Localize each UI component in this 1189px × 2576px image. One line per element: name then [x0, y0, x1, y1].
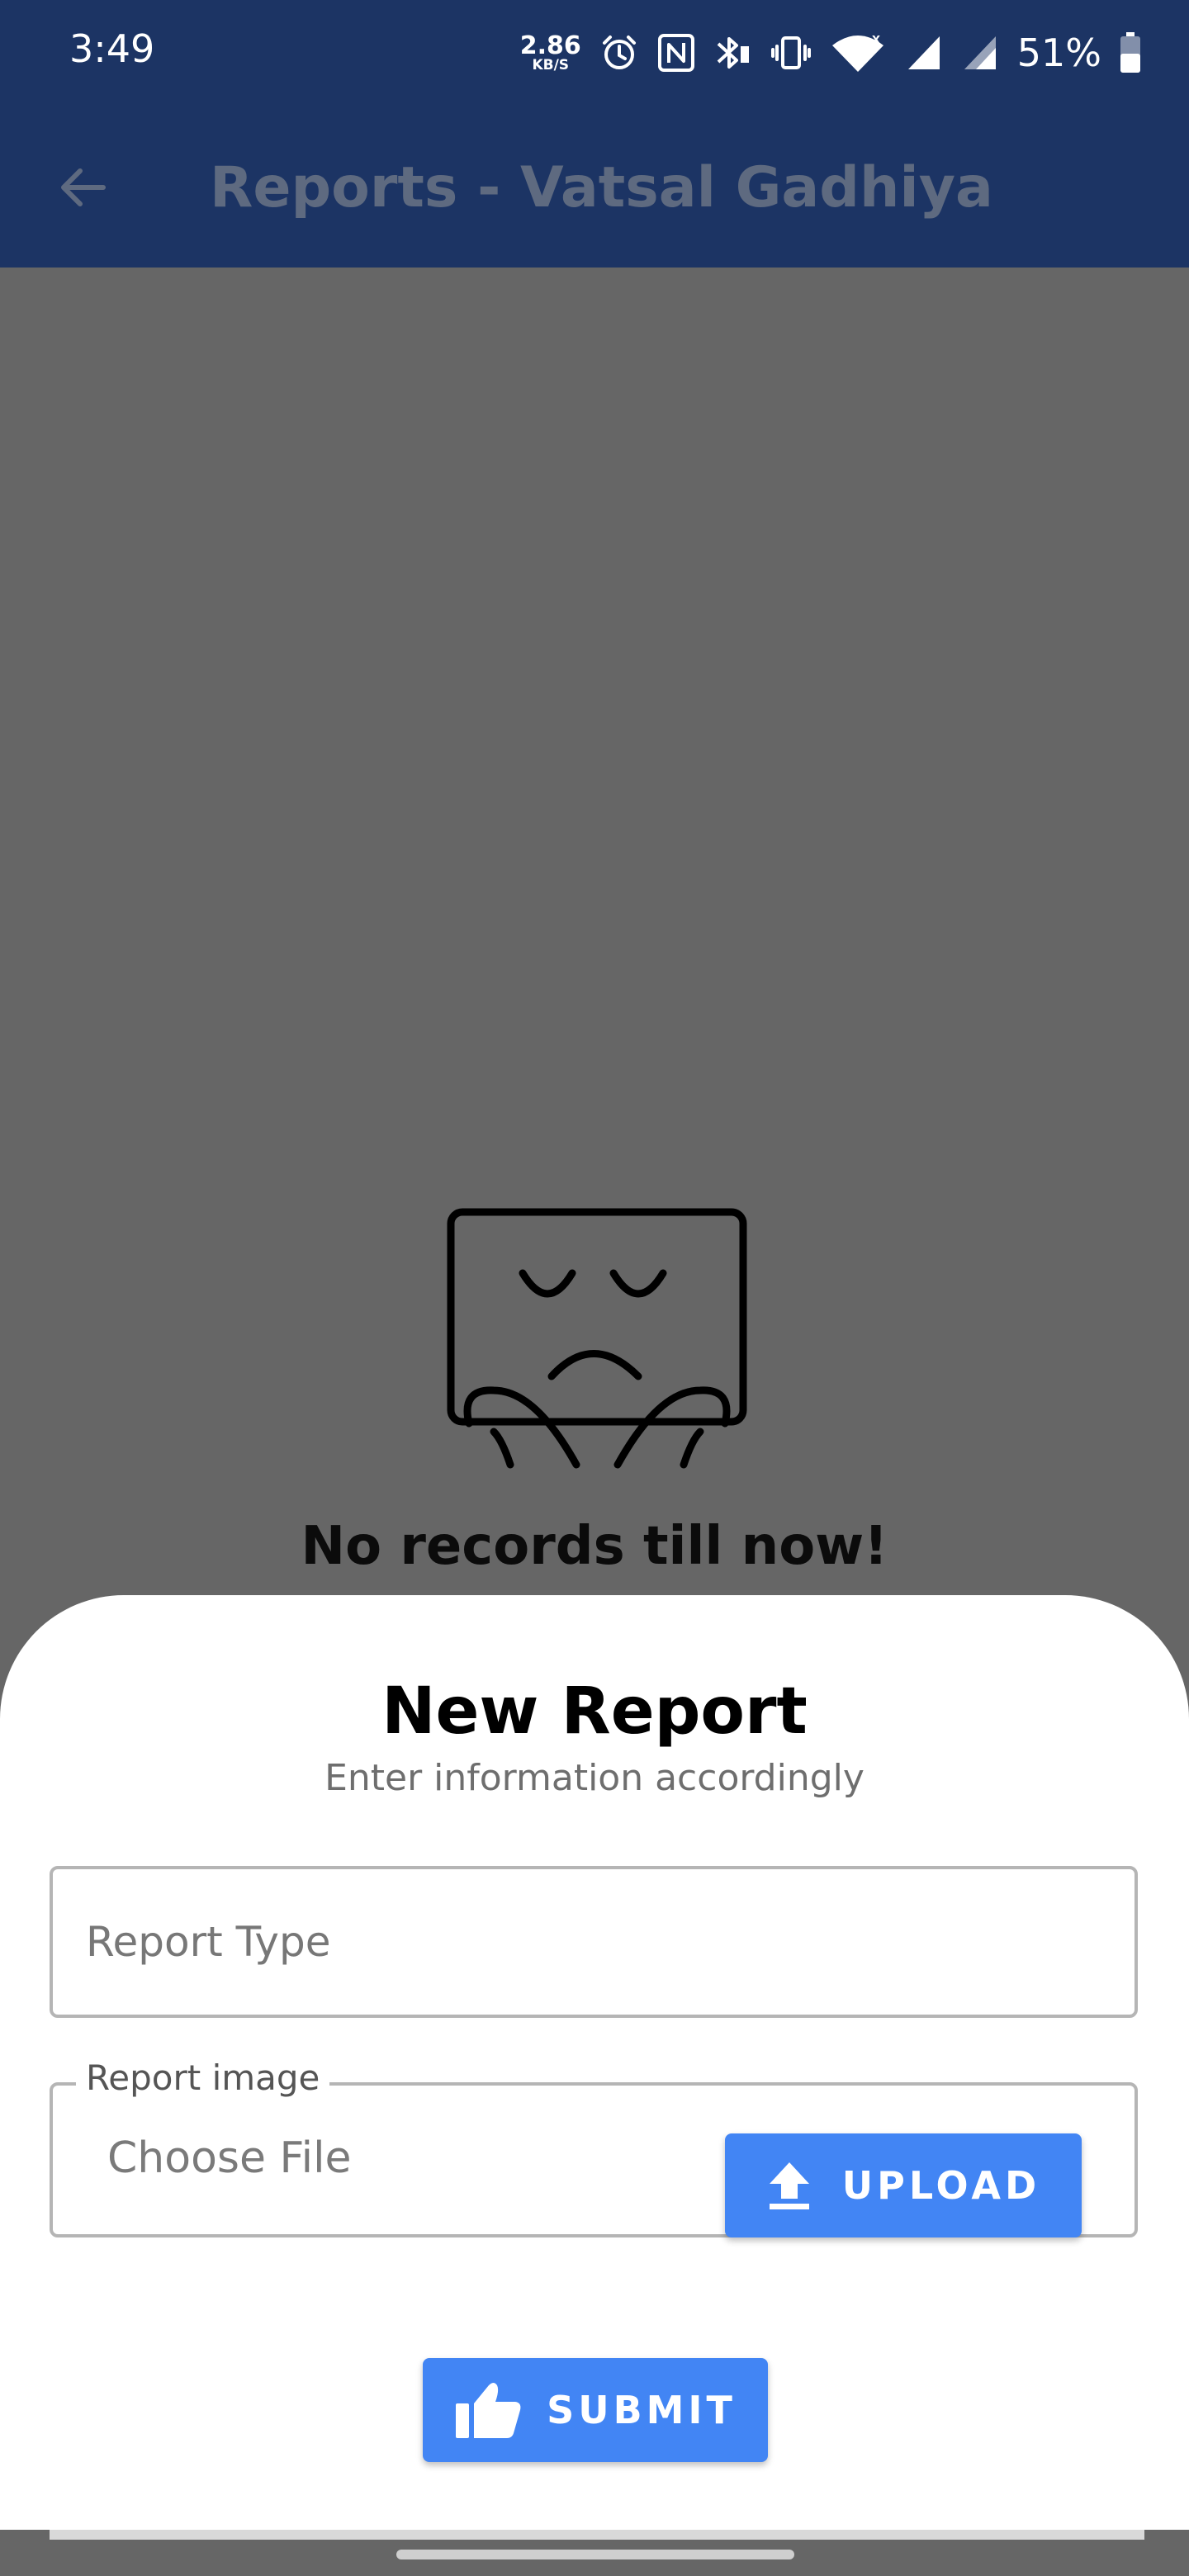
new-report-sheet: New Report Enter information accordingly…: [0, 1595, 1189, 2530]
app-bar: Reports - Vatsal Gadhiya: [0, 104, 1189, 268]
sheet-bottom-edge: [50, 2530, 1144, 2540]
vibrate-icon: [770, 36, 811, 69]
sheet-subtitle: Enter information accordingly: [324, 1757, 865, 1799]
empty-state-message: No records till now!: [301, 1516, 888, 1577]
report-type-input[interactable]: [50, 1866, 1138, 2018]
wifi-icon: x: [831, 32, 883, 72]
status-time: 3:49: [69, 26, 155, 71]
arrow-back-icon: [61, 168, 106, 206]
upload-button[interactable]: UPLOAD: [725, 2133, 1082, 2237]
upload-label: UPLOAD: [841, 2163, 1041, 2208]
signal-icon: [964, 36, 996, 69]
gesture-nav-bar[interactable]: [396, 2550, 794, 2559]
choose-file-label[interactable]: Choose File: [107, 2133, 352, 2183]
status-bar: 3:49 2.86 KB/S x 51%: [0, 0, 1189, 104]
network-speed: 2.86 KB/S: [519, 31, 581, 73]
battery-percent: 51%: [1016, 31, 1101, 75]
alarm-icon: [602, 36, 636, 69]
submit-button[interactable]: SUBMIT: [423, 2358, 768, 2462]
report-image-legend: Report image: [76, 2057, 330, 2098]
bluetooth-icon: [717, 37, 749, 69]
report-image-field: Report image Choose File UPLOAD: [50, 2057, 1138, 2237]
network-speed-unit: KB/S: [532, 56, 570, 73]
nfc-icon: [657, 34, 694, 72]
battery-icon: [1120, 32, 1140, 73]
submit-label: SUBMIT: [547, 2388, 737, 2432]
page-title: Reports - Vatsal Gadhiya: [210, 155, 993, 220]
thumbs-up-icon: [456, 2383, 521, 2438]
signal-icon: [907, 36, 940, 69]
back-button[interactable]: [45, 150, 119, 225]
svg-text:x: x: [872, 32, 880, 47]
sad-box-icon: [447, 1208, 747, 1469]
sheet-title: New Report: [381, 1674, 808, 1749]
upload-icon: [769, 2162, 809, 2209]
status-icons: 2.86 KB/S x 51%: [520, 20, 1141, 86]
network-speed-value: 2.86: [519, 31, 581, 60]
